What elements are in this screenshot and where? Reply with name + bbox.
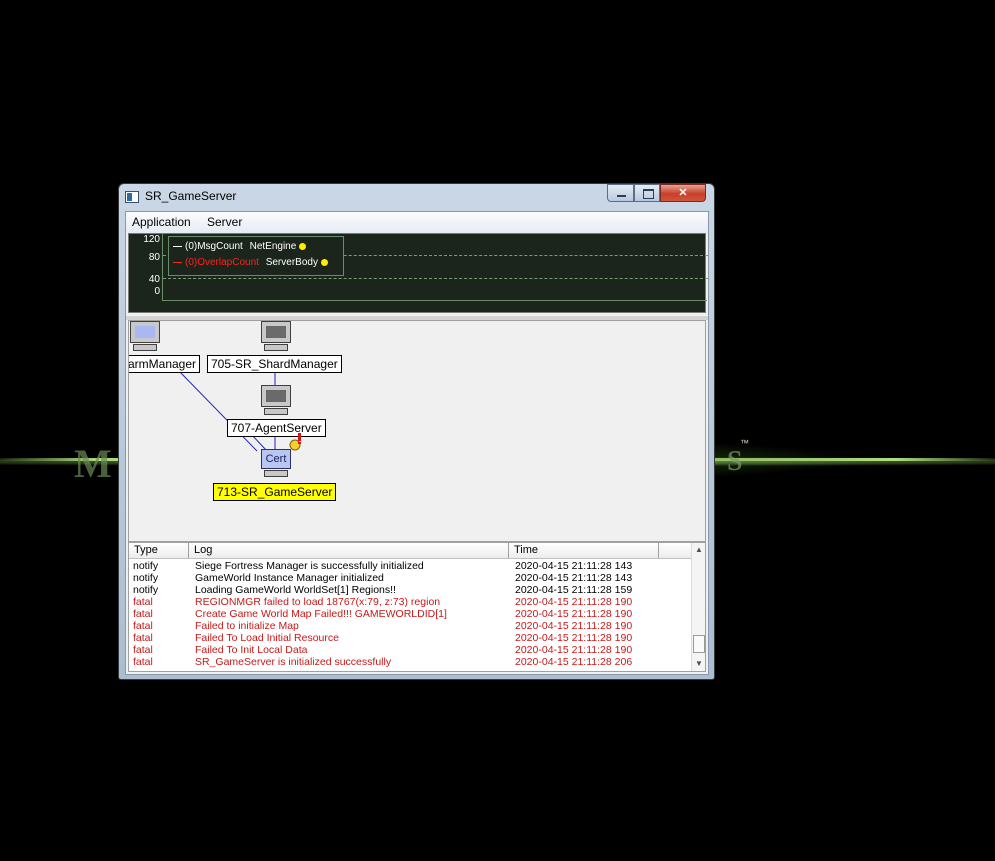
log-row[interactable]: notify Loading GameWorld WorldSet[1] Regi… [129, 584, 691, 596]
log-row[interactable]: notify Siege Fortress Manager is successf… [129, 560, 691, 572]
column-header-time[interactable]: Time [509, 543, 659, 558]
node-farm-manager[interactable]: armManager [129, 355, 201, 373]
graph-legend: (0)MsgCount NetEngine (0)OverlapCount Se… [168, 236, 344, 276]
log-message: Failed to initialize Map [195, 620, 299, 632]
log-time: 2020-04-15 21:11:28 159 [515, 584, 633, 596]
legend-dot-icon [320, 258, 328, 266]
wallpaper-trademark: ™ [740, 438, 749, 448]
computer-base [133, 344, 157, 351]
log-rows: notify Siege Fortress Manager is successf… [129, 560, 691, 668]
close-icon: ✕ [678, 187, 688, 199]
cert-computer-icon[interactable]: Cert [261, 449, 291, 479]
alert-icon [289, 433, 301, 451]
computer-icon[interactable] [260, 321, 292, 353]
log-time: 2020-04-15 21:11:28 190 [515, 596, 633, 608]
minimize-button[interactable] [607, 184, 634, 202]
menu-bar: Application Server [126, 212, 708, 233]
log-message: Failed To Load Initial Resource [195, 632, 339, 644]
log-type: fatal [133, 608, 153, 620]
close-button[interactable]: ✕ [660, 184, 706, 202]
wallpaper-logo-fragment: S [727, 446, 743, 477]
server-topology: armManager 705-SR_ShardManager 707-Agent… [128, 320, 706, 542]
log-type: notify [133, 584, 159, 596]
scroll-up-icon[interactable]: ▲ [695, 545, 703, 554]
log-time: 2020-04-15 21:11:28 190 [515, 644, 633, 656]
maximize-button[interactable] [634, 184, 660, 202]
legend-source: ServerBody [265, 257, 318, 268]
legend-label: (0)OverlapCount [185, 257, 259, 268]
node-game-server[interactable]: 713-SR_GameServer [213, 483, 337, 501]
log-row[interactable]: fatal Create Game World Map Failed!!! GAM… [129, 608, 691, 620]
minimize-icon [617, 195, 626, 197]
log-message: GameWorld Instance Manager initialized [195, 572, 384, 584]
log-time: 2020-04-15 21:11:28 143 [515, 560, 633, 572]
legend-row-msgcount: (0)MsgCount NetEngine [173, 241, 307, 252]
title-bar[interactable]: SR_GameServer ✕ [119, 184, 714, 211]
scroll-thumb[interactable] [693, 635, 705, 653]
log-row[interactable]: fatal Failed to initialize Map 2020-04-15 … [129, 620, 691, 632]
y-tick-label: 0 [154, 286, 160, 297]
computer-icon[interactable] [129, 321, 161, 353]
log-time: 2020-04-15 21:11:28 190 [515, 632, 633, 644]
legend-source: NetEngine [249, 241, 297, 252]
gridline [163, 278, 708, 279]
app-window: SR_GameServer ✕ Application Server 120 8… [118, 183, 715, 680]
computer-base [264, 408, 288, 415]
log-message: Failed To Init Local Data [195, 644, 308, 656]
window-title: SR_GameServer [145, 189, 237, 203]
log-message: REGIONMGR failed to load 18767(x:79, z:7… [195, 596, 441, 608]
log-message: SR_GameServer is initialized successfull… [195, 656, 392, 668]
legend-swatch [173, 245, 182, 247]
node-shard-manager[interactable]: 705-SR_ShardManager [207, 355, 342, 373]
wallpaper-logo-fragment: M [74, 441, 112, 486]
maximize-icon [643, 189, 654, 199]
cert-screen: Cert [261, 449, 291, 469]
log-type: fatal [133, 620, 153, 632]
log-type: notify [133, 572, 159, 584]
log-message: Siege Fortress Manager is successfully i… [195, 560, 424, 572]
computer-screen [130, 321, 160, 343]
log-time: 2020-04-15 21:11:28 206 [515, 656, 633, 668]
log-type: notify [133, 560, 159, 572]
column-header-type[interactable]: Type [129, 543, 189, 558]
node-agent-server[interactable]: 707-AgentServer [227, 419, 326, 437]
log-list: Type Log Time notify Siege Fortress Manag… [128, 542, 706, 672]
computer-screen [261, 385, 291, 407]
client-area: Application Server 120 80 40 0 (0)MsgCou… [125, 211, 709, 675]
scroll-down-icon[interactable]: ▼ [695, 659, 703, 668]
log-row[interactable]: fatal REGIONMGR failed to load 18767(x:79… [129, 596, 691, 608]
log-type: fatal [133, 656, 153, 668]
legend-row-overlapcount: (0)OverlapCount ServerBody [173, 257, 328, 268]
legend-swatch [173, 261, 182, 263]
log-type: fatal [133, 632, 153, 644]
computer-base [264, 470, 288, 477]
log-type: fatal [133, 644, 153, 656]
computer-screen [261, 321, 291, 343]
computer-icon[interactable] [260, 385, 292, 417]
y-tick-label: 120 [143, 234, 160, 245]
menu-server[interactable]: Server [207, 215, 242, 229]
log-row[interactable]: notify GameWorld Instance Manager initial… [129, 572, 691, 584]
log-message: Create Game World Map Failed!!! GAMEWORL… [195, 608, 447, 620]
legend-dot-icon [299, 242, 307, 250]
log-message: Loading GameWorld WorldSet[1] Regions!! [195, 584, 396, 596]
legend-label: (0)MsgCount [185, 241, 243, 252]
performance-graph: 120 80 40 0 (0)MsgCount NetEngine (0)Ove… [128, 233, 708, 313]
app-icon[interactable] [125, 191, 139, 203]
computer-base [264, 344, 288, 351]
y-tick-label: 40 [148, 274, 160, 285]
log-header: Type Log Time [129, 543, 691, 559]
link-farm-game [178, 370, 258, 452]
y-tick-label: 80 [148, 252, 160, 263]
log-time: 2020-04-15 21:11:28 190 [515, 608, 633, 620]
log-time: 2020-04-15 21:11:28 143 [515, 572, 633, 584]
log-type: fatal [133, 596, 153, 608]
menu-application[interactable]: Application [132, 215, 191, 229]
log-row[interactable]: fatal SR_GameServer is initialized succes… [129, 656, 691, 668]
log-row[interactable]: fatal Failed To Load Initial Resource 2020… [129, 632, 691, 644]
log-scrollbar[interactable]: ▲ ▼ [691, 543, 705, 671]
column-header-log[interactable]: Log [189, 543, 509, 558]
log-time: 2020-04-15 21:11:28 190 [515, 620, 633, 632]
log-row[interactable]: fatal Failed To Init Local Data 2020-04-15… [129, 644, 691, 656]
